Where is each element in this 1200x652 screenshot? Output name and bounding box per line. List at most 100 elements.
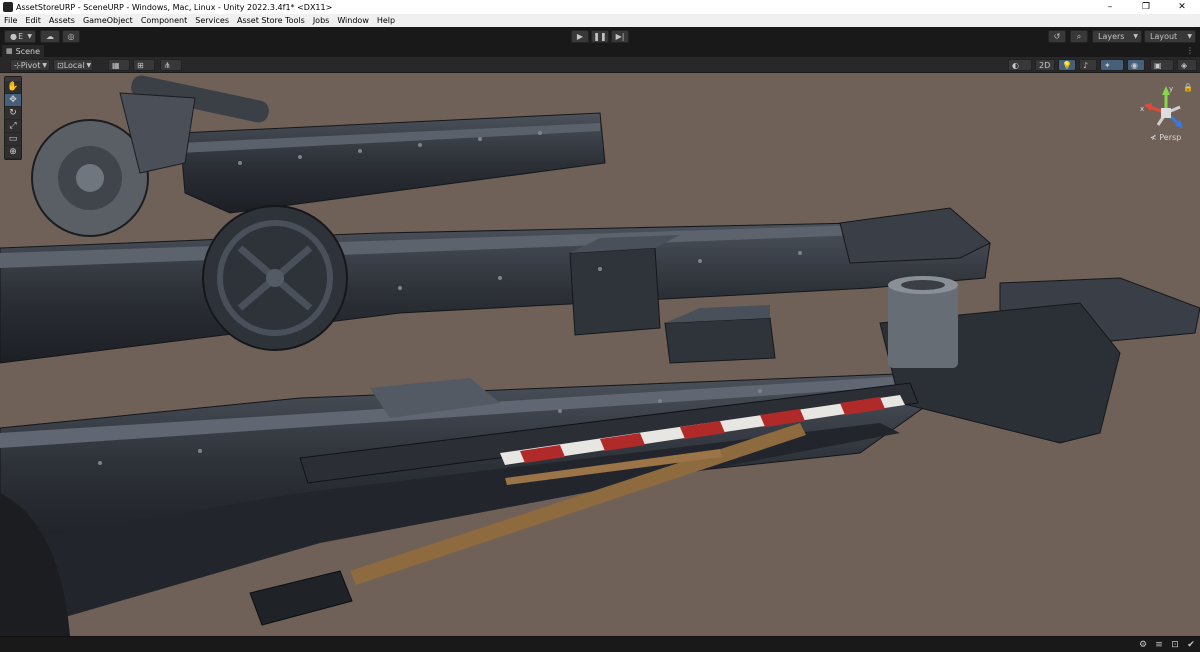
lighting-toggle[interactable]: 💡 — [1058, 59, 1076, 71]
menu-component[interactable]: Component — [137, 16, 191, 25]
unity-logo-icon — [3, 2, 13, 12]
layers-label: Layers — [1098, 32, 1125, 41]
shading-icon: ◐ — [1012, 60, 1019, 70]
menu-bar: File Edit Assets GameObject Component Se… — [0, 14, 1200, 27]
tab-bar: ▦ Scene ⋮ — [0, 45, 1200, 57]
debug-icon[interactable]: ⊡ — [1170, 640, 1180, 650]
scene-render — [0, 75, 1200, 636]
scene-viewport[interactable]: ✋ ✥ ↻ ⤢ ▭ ⊕ y x ≮ Persp 🔒 — [0, 73, 1200, 636]
menu-window[interactable]: Window — [333, 16, 373, 25]
minimize-button[interactable]: – — [1092, 0, 1128, 14]
grid-visibility-dropdown[interactable]: ⊞ — [133, 59, 155, 71]
local-icon: ⊡ — [57, 60, 64, 70]
layout-dropdown[interactable]: Layout ▼ — [1144, 30, 1196, 43]
draw-mode-dropdown[interactable]: ◐ — [1008, 59, 1032, 71]
visibility-icon: ◉ — [1131, 60, 1138, 70]
close-button[interactable]: ✕ — [1164, 0, 1200, 14]
scene-tab-icon: ▦ — [6, 47, 13, 55]
rotate-tool[interactable]: ↻ — [5, 107, 21, 120]
projection-icon: ≮ — [1150, 133, 1157, 142]
tab-menu-icon[interactable]: ⋮ — [1186, 46, 1194, 55]
chevron-down-icon: ▼ — [27, 33, 32, 40]
menu-edit[interactable]: Edit — [21, 16, 45, 25]
menu-services[interactable]: Services — [191, 16, 233, 25]
gizmos-dropdown[interactable]: ◈ — [1177, 59, 1197, 71]
grid-visibility-icon: ⊞ — [137, 60, 144, 70]
undo-history-button[interactable]: ↺ — [1048, 30, 1066, 43]
projection-label: Persp — [1159, 133, 1182, 142]
effects-icon: ✦ — [1104, 60, 1111, 70]
step-button[interactable]: ▶| — [611, 30, 629, 43]
menu-help[interactable]: Help — [373, 16, 399, 25]
progress-icon[interactable]: ≡ — [1154, 640, 1164, 650]
gizmo-x-label: x — [1140, 105, 1144, 113]
menu-jobs[interactable]: Jobs — [309, 16, 334, 25]
window-title: AssetStoreURP - SceneURP - Windows, Mac,… — [16, 2, 333, 12]
status-bar: ⚙ ≡ ⊡ ✔ — [0, 636, 1200, 652]
chevron-down-icon: ▼ — [86, 61, 92, 69]
scale-tool[interactable]: ⤢ — [5, 120, 21, 133]
tab-scene[interactable]: ▦ Scene — [2, 45, 44, 57]
audio-toggle[interactable]: ♪ — [1079, 59, 1097, 71]
pivot-dropdown[interactable]: ⊹ Pivot ▼ — [10, 59, 50, 71]
move-tool[interactable]: ✥ — [5, 94, 21, 107]
move-icon: ✥ — [9, 95, 17, 105]
hand-tool[interactable]: ✋ — [5, 81, 21, 94]
menu-assets[interactable]: Assets — [45, 16, 79, 25]
grid-icon: ▦ — [112, 60, 120, 70]
rotate-icon: ↻ — [9, 108, 17, 118]
status-check-icon[interactable]: ✔ — [1186, 640, 1196, 650]
projection-toggle[interactable]: ≮ Persp — [1150, 133, 1181, 142]
cloud-icon: ☁ — [46, 32, 54, 41]
rect-tool[interactable]: ▭ — [5, 133, 21, 146]
effects-dropdown[interactable]: ✦ — [1100, 59, 1124, 71]
tab-scene-label: Scene — [15, 46, 41, 56]
camera-icon: ▣ — [1154, 60, 1162, 70]
title-bar: AssetStoreURP - SceneURP - Windows, Mac,… — [0, 0, 1200, 14]
scene-toolbar: ⊹ Pivot ▼ ⊡ Local ▼ ▦ ⊞ ⋔ ◐ 2D 💡 ♪ ✦ ◉ ▣… — [0, 57, 1200, 73]
window-controls: – ❐ ✕ — [1092, 0, 1200, 14]
rect-icon: ▭ — [8, 134, 18, 144]
account-label: E — [18, 32, 24, 41]
tools-overlay: ✋ ✥ ↻ ⤢ ▭ ⊕ — [4, 76, 22, 160]
menu-file[interactable]: File — [0, 16, 21, 25]
scale-icon: ⤢ — [9, 121, 17, 131]
gizmo-y-label: y — [1169, 85, 1173, 93]
hand-icon: ✋ — [7, 82, 19, 92]
search-icon: ⌕ — [1076, 31, 1082, 41]
play-icon: ▶ — [576, 32, 584, 41]
light-bulb-icon: 💡 — [1062, 60, 1072, 70]
pause-button[interactable]: ❚❚ — [591, 30, 609, 43]
grid-snap-dropdown[interactable]: ▦ — [108, 59, 130, 71]
layers-dropdown[interactable]: Layers ▼ — [1092, 30, 1142, 43]
step-icon: ▶| — [615, 32, 625, 41]
gizmos-icon: ◈ — [1181, 60, 1188, 70]
maximize-button[interactable]: ❐ — [1128, 0, 1164, 14]
local-label: Local — [63, 60, 85, 70]
search-button[interactable]: ⌕ — [1070, 30, 1088, 43]
collab-button[interactable]: ◎ — [62, 30, 80, 43]
menu-gameobject[interactable]: GameObject — [79, 16, 137, 25]
transform-tool[interactable]: ⊕ — [5, 146, 21, 159]
camera-dropdown[interactable]: ▣ — [1150, 59, 1174, 71]
pivot-label: Pivot — [20, 60, 41, 70]
pause-icon: ❚❚ — [593, 32, 607, 41]
chevron-down-icon: ▼ — [1187, 33, 1192, 40]
layout-label: Layout — [1150, 32, 1178, 41]
main-toolbar: ● E ▼ ☁ ◎ ▶ ❚❚ ▶| ↺ ⌕ Layers ▼ Layout ▼ — [0, 27, 1200, 45]
account-dropdown[interactable]: ● E ▼ — [4, 30, 36, 43]
play-button[interactable]: ▶ — [571, 30, 589, 43]
mode-2d-button[interactable]: 2D — [1035, 59, 1055, 71]
scene-visibility-toggle[interactable]: ◉ — [1127, 59, 1145, 71]
lock-icon[interactable]: 🔒 — [1183, 83, 1193, 92]
collab-icon: ◎ — [67, 32, 75, 41]
bake-icon[interactable]: ⚙ — [1138, 640, 1148, 650]
snap-icon: ⋔ — [164, 60, 171, 70]
menu-asset-store-tools[interactable]: Asset Store Tools — [233, 16, 309, 25]
local-dropdown[interactable]: ⊡ Local ▼ — [53, 59, 93, 71]
increment-snap-dropdown[interactable]: ⋔ — [160, 59, 182, 71]
account-icon: ● — [10, 32, 17, 41]
cloud-button[interactable]: ☁ — [40, 30, 60, 43]
history-icon: ↺ — [1053, 32, 1061, 41]
transform-icon: ⊕ — [9, 147, 17, 157]
